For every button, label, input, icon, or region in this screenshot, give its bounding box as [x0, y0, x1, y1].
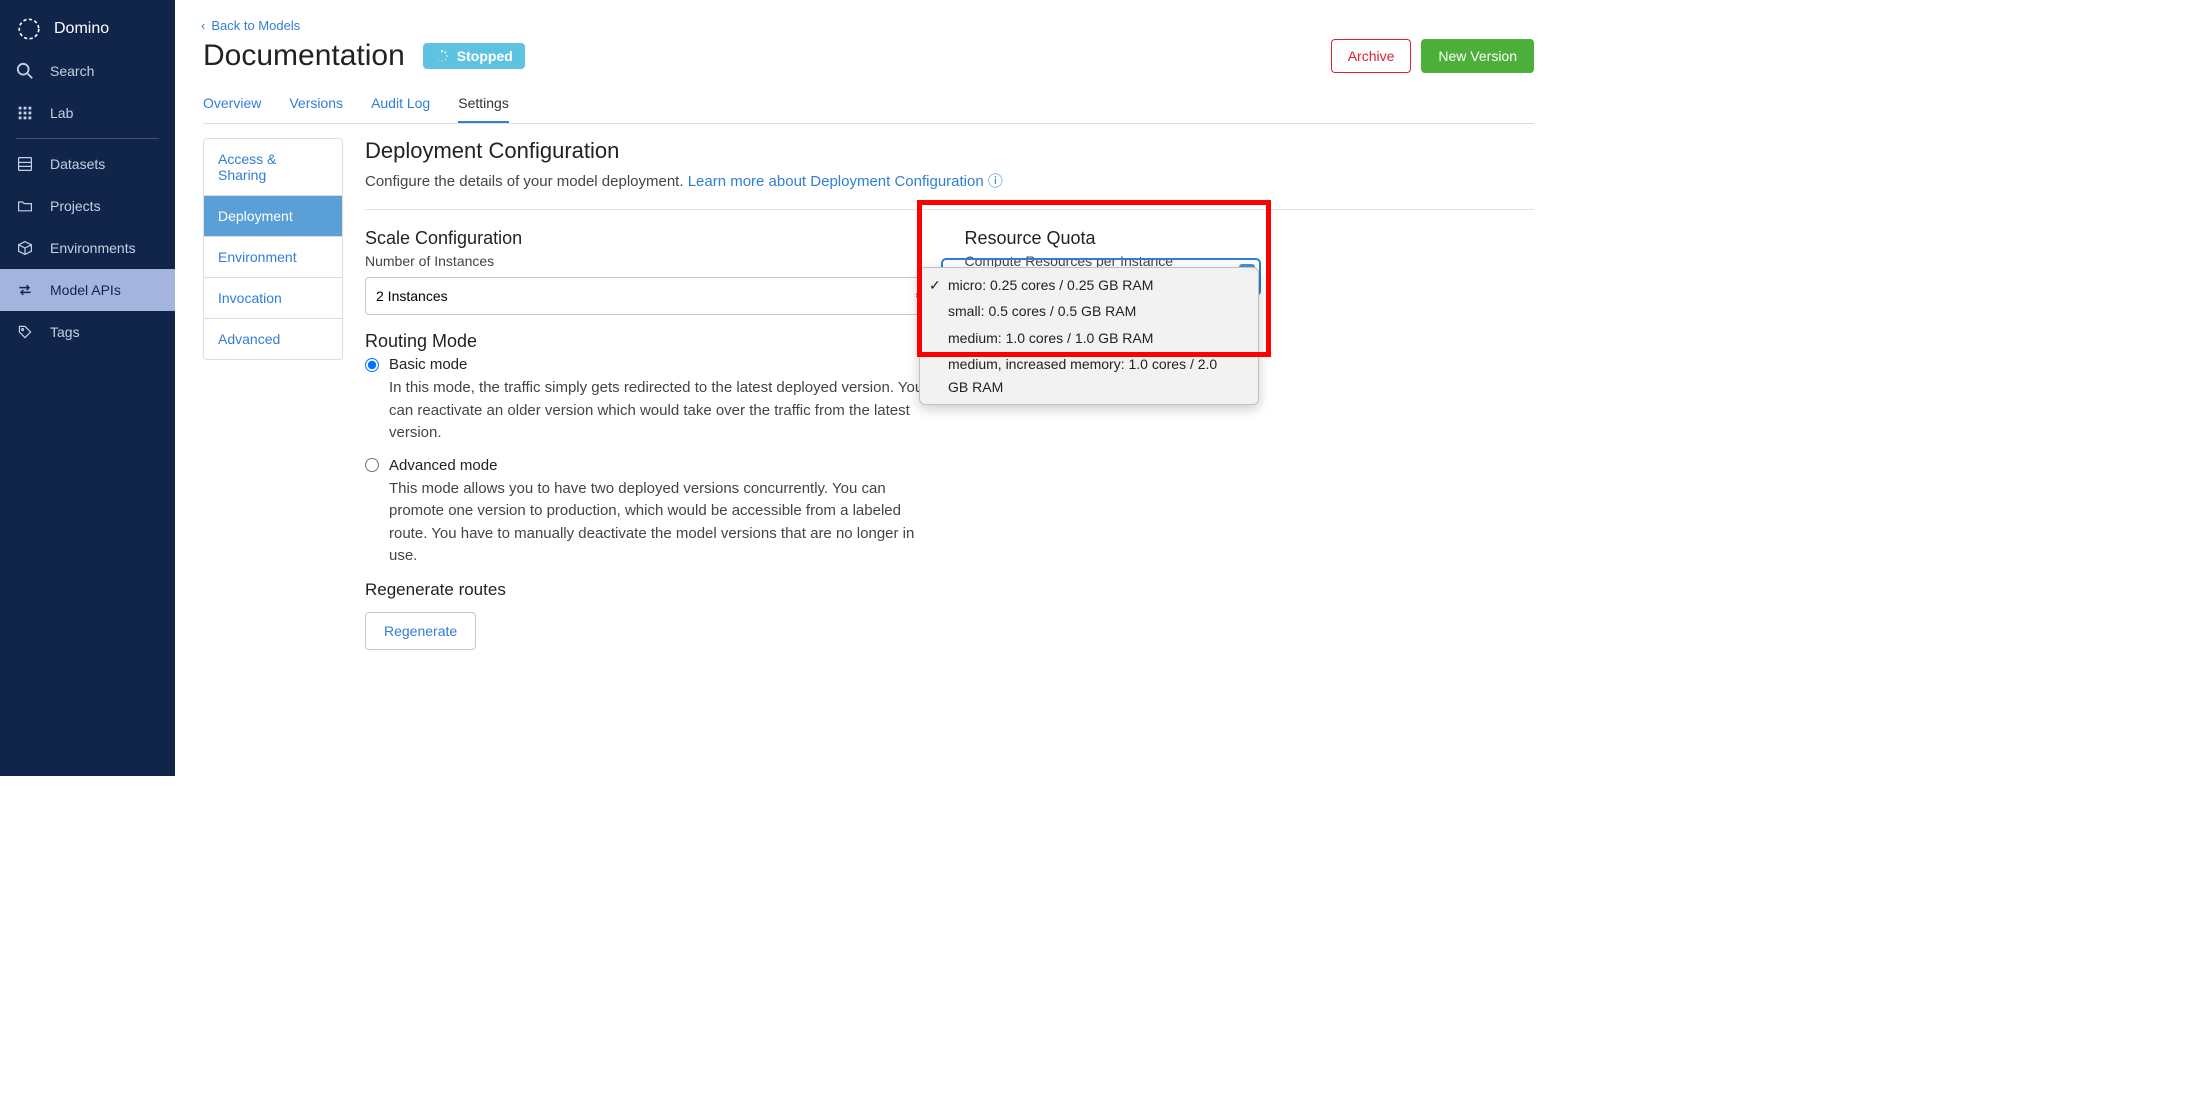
scale-col: Scale Configuration Number of Instances …	[365, 228, 935, 650]
model-apis-label: Model APIs	[50, 282, 121, 298]
advanced-mode-radio[interactable]	[365, 458, 379, 472]
tab-settings[interactable]: Settings	[458, 87, 509, 123]
chevron-left-icon: ‹	[201, 18, 205, 33]
dropdown-option-micro[interactable]: micro: 0.25 cores / 0.25 GB RAM	[920, 272, 1258, 298]
tags-label: Tags	[50, 324, 80, 340]
deployment-config-sub: Configure the details of your model depl…	[365, 170, 1534, 191]
brand: Domino	[0, 10, 175, 50]
sidenav-environment[interactable]: Environment	[204, 237, 342, 278]
help-icon[interactable]: ⓘ	[988, 173, 1003, 190]
routing-mode-title: Routing Mode	[365, 331, 935, 352]
back-link-text: Back to Models	[211, 18, 300, 33]
divider	[16, 138, 159, 139]
compute-resources-dropdown: micro: 0.25 cores / 0.25 GB RAM small: 0…	[919, 267, 1259, 405]
swap-icon	[16, 281, 34, 299]
datasets-nav[interactable]: Datasets	[0, 143, 175, 185]
divider	[365, 209, 1534, 210]
scale-config-title: Scale Configuration	[365, 228, 935, 249]
tab-versions[interactable]: Versions	[289, 87, 343, 123]
status-text: Stopped	[457, 48, 513, 64]
datasets-label: Datasets	[50, 156, 105, 172]
sidenav-invocation[interactable]: Invocation	[204, 278, 342, 319]
sidebar: Domino Search Lab Datasets Projects Envi…	[0, 0, 175, 776]
regenerate-button[interactable]: Regenerate	[365, 612, 476, 650]
page-title: Documentation	[203, 39, 405, 73]
environments-label: Environments	[50, 240, 136, 256]
search-label: Search	[50, 63, 94, 79]
dropdown-option-medium-mem[interactable]: medium, increased memory: 1.0 cores / 2.…	[920, 351, 1258, 400]
new-version-button[interactable]: New Version	[1421, 39, 1534, 73]
main-content: ‹ Back to Models Documentation Stopped A…	[175, 0, 1562, 776]
content-row: Access & Sharing Deployment Environment …	[203, 138, 1534, 650]
search-nav[interactable]: Search	[0, 50, 175, 92]
regenerate-routes-title: Regenerate routes	[365, 580, 935, 600]
grid-icon	[16, 104, 34, 122]
num-instances-select[interactable]: 2 Instances ▲▼	[365, 277, 935, 315]
basic-mode-radio[interactable]	[365, 358, 379, 372]
deployment-config-title: Deployment Configuration	[365, 138, 1534, 164]
projects-nav[interactable]: Projects	[0, 185, 175, 227]
folder-icon	[16, 197, 34, 215]
tab-audit-log[interactable]: Audit Log	[371, 87, 430, 123]
lab-label: Lab	[50, 105, 73, 121]
num-instances-label: Number of Instances	[365, 253, 935, 269]
sidenav-advanced[interactable]: Advanced	[204, 319, 342, 359]
advanced-mode-desc: This mode allows you to have two deploye…	[389, 478, 935, 568]
datasets-icon	[16, 155, 34, 173]
cube-icon	[16, 239, 34, 257]
header-row: Documentation Stopped Archive New Versio…	[203, 39, 1534, 73]
logo-icon	[16, 16, 42, 42]
sidenav-deployment[interactable]: Deployment	[204, 196, 342, 237]
archive-button[interactable]: Archive	[1331, 39, 1412, 73]
status-badge: Stopped	[423, 43, 525, 69]
back-to-models-link[interactable]: ‹ Back to Models	[201, 18, 1534, 33]
tags-nav[interactable]: Tags	[0, 311, 175, 353]
environments-nav[interactable]: Environments	[0, 227, 175, 269]
dropdown-option-small[interactable]: small: 0.5 cores / 0.5 GB RAM	[920, 298, 1258, 324]
brand-text: Domino	[54, 20, 109, 38]
basic-mode-label: Basic mode	[389, 356, 467, 373]
model-apis-nav[interactable]: Model APIs	[0, 269, 175, 311]
basic-mode-desc: In this mode, the traffic simply gets re…	[389, 377, 935, 445]
tab-overview[interactable]: Overview	[203, 87, 261, 123]
search-icon	[16, 62, 34, 80]
lab-nav[interactable]: Lab	[0, 92, 175, 134]
settings-sidenav: Access & Sharing Deployment Environment …	[203, 138, 343, 360]
resource-quota-title: Resource Quota	[965, 228, 1535, 249]
projects-label: Projects	[50, 198, 101, 214]
advanced-mode-label: Advanced mode	[389, 457, 497, 474]
num-instances-dropdown[interactable]: 2 Instances	[365, 277, 935, 315]
tabs: Overview Versions Audit Log Settings	[203, 87, 1534, 124]
dropdown-option-medium[interactable]: medium: 1.0 cores / 1.0 GB RAM	[920, 325, 1258, 351]
spinner-icon	[435, 49, 449, 63]
tag-icon	[16, 323, 34, 341]
sidenav-access[interactable]: Access & Sharing	[204, 139, 342, 196]
learn-more-link[interactable]: Learn more about Deployment Configuratio…	[688, 173, 984, 190]
